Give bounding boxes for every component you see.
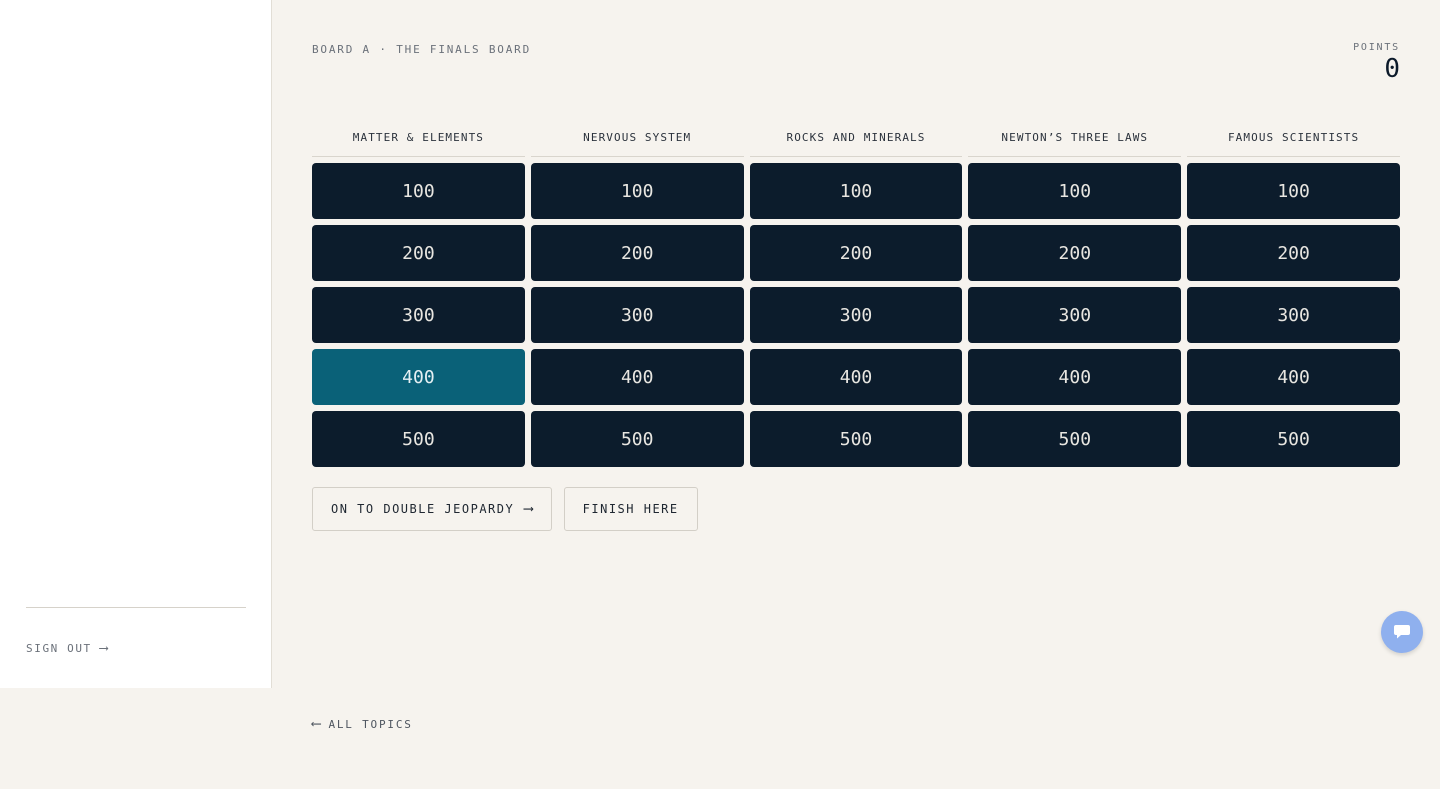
board-column-nervous-system: NERVOUS SYSTEM 100 200 300 400 500 xyxy=(530,126,744,467)
finish-here-button[interactable]: FINISH HERE xyxy=(563,487,698,531)
category-header: NEWTON’S THREE LAWS xyxy=(968,126,1182,157)
arrow-right-icon: ⟶ xyxy=(524,501,533,517)
tile-cell[interactable]: 400 xyxy=(749,349,963,405)
tile-cell[interactable]: 300 xyxy=(312,287,525,343)
tile-cell[interactable]: 300 xyxy=(749,287,963,343)
tile-cell[interactable]: 300 xyxy=(968,287,1182,343)
board-label: BOARD A · THE FINALS BOARD xyxy=(312,43,531,56)
game-board: MATTER & ELEMENTS 100 200 300 400 500 NE… xyxy=(312,126,1400,467)
category-header: NERVOUS SYSTEM xyxy=(530,126,744,157)
tile-cell[interactable]: 500 xyxy=(530,411,744,467)
all-topics-label: ALL TOPICS xyxy=(328,717,413,731)
chat-button[interactable] xyxy=(1381,611,1423,653)
tile-cell[interactable]: 500 xyxy=(968,411,1182,467)
tile-cell[interactable]: 300 xyxy=(1187,287,1400,343)
tile-cell[interactable]: 400 xyxy=(1187,349,1400,405)
arrow-left-icon: ⟵ xyxy=(312,716,321,732)
double-jeopardy-label: ON TO DOUBLE JEOPARDY xyxy=(331,502,515,516)
sign-out-label: SIGN OUT xyxy=(26,642,92,655)
board-actions: ON TO DOUBLE JEOPARDY ⟶ FINISH HERE xyxy=(312,487,698,531)
sign-out-link[interactable]: SIGN OUT ⟶ xyxy=(26,641,108,656)
category-header: ROCKS AND MINERALS xyxy=(749,126,963,157)
board-column-rocks-minerals: ROCKS AND MINERALS 100 200 300 400 500 xyxy=(749,126,963,467)
tile-cell[interactable]: 500 xyxy=(749,411,963,467)
all-topics-link[interactable]: ⟵ ALL TOPICS xyxy=(312,716,413,732)
tile-cell[interactable]: 100 xyxy=(968,163,1182,219)
tile-cell[interactable]: 100 xyxy=(530,163,744,219)
arrow-right-icon: ⟶ xyxy=(99,641,108,656)
tile-cell[interactable]: 200 xyxy=(1187,225,1400,281)
board-column-newtons-laws: NEWTON’S THREE LAWS 100 200 300 400 500 xyxy=(968,126,1182,467)
board-column-famous-scientists: FAMOUS SCIENTISTS 100 200 300 400 500 xyxy=(1187,126,1400,467)
category-header: MATTER & ELEMENTS xyxy=(312,126,525,157)
tile-cell-selected[interactable]: 400 xyxy=(312,349,525,405)
tile-cell[interactable]: 200 xyxy=(530,225,744,281)
category-header: FAMOUS SCIENTISTS xyxy=(1187,126,1400,157)
tile-cell[interactable]: 500 xyxy=(1187,411,1400,467)
tile-cell[interactable]: 200 xyxy=(312,225,525,281)
board-column-matter-elements: MATTER & ELEMENTS 100 200 300 400 500 xyxy=(312,126,525,467)
points-label: POINTS xyxy=(1353,42,1400,53)
tile-cell[interactable]: 400 xyxy=(968,349,1182,405)
tile-cell[interactable]: 100 xyxy=(749,163,963,219)
tile-cell[interactable]: 300 xyxy=(530,287,744,343)
tile-cell[interactable]: 200 xyxy=(968,225,1182,281)
sidebar-divider xyxy=(26,607,246,608)
points-value: 0 xyxy=(1384,54,1400,84)
tile-cell[interactable]: 100 xyxy=(312,163,525,219)
chat-bubble-icon xyxy=(1394,625,1410,639)
double-jeopardy-button[interactable]: ON TO DOUBLE JEOPARDY ⟶ xyxy=(312,487,552,531)
tile-cell[interactable]: 500 xyxy=(312,411,525,467)
points-display: POINTS 0 xyxy=(1353,42,1400,84)
tile-cell[interactable]: 100 xyxy=(1187,163,1400,219)
sidebar: SIGN OUT ⟶ xyxy=(0,0,272,688)
tile-cell[interactable]: 200 xyxy=(749,225,963,281)
tile-cell[interactable]: 400 xyxy=(530,349,744,405)
